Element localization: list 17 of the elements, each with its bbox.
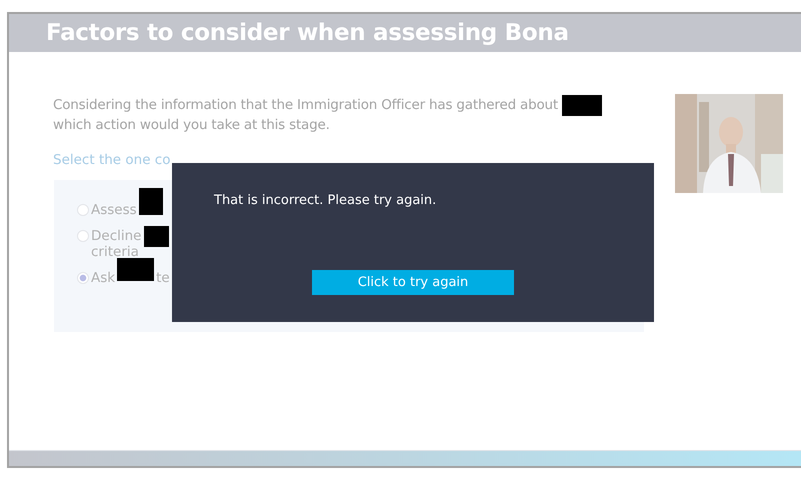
dialog-message: That is incorrect. Please try again. — [214, 193, 436, 208]
question-text: Considering the information that the Immigration Officer has gathered about — [53, 96, 558, 115]
radio-button[interactable] — [77, 204, 89, 216]
redaction-mark — [138, 188, 163, 215]
slide-title: Factors to consider when assessing Bona — [46, 20, 569, 46]
instruction-text: Select the one co — [53, 152, 172, 170]
radio-button[interactable] — [77, 230, 89, 242]
try-again-button[interactable]: Click to try again — [312, 270, 514, 295]
question-text: which action would you take at this stage. — [53, 116, 331, 135]
option-label[interactable]: Ask — [91, 270, 116, 286]
redaction-mark — [562, 95, 602, 116]
redaction-mark — [117, 258, 154, 281]
option-label[interactable]: Decline criteria — [91, 228, 142, 260]
option-label[interactable]: te — [156, 270, 170, 286]
redaction-mark — [144, 226, 168, 247]
radio-button[interactable] — [77, 272, 89, 284]
option-label[interactable]: Assess — [91, 202, 137, 218]
